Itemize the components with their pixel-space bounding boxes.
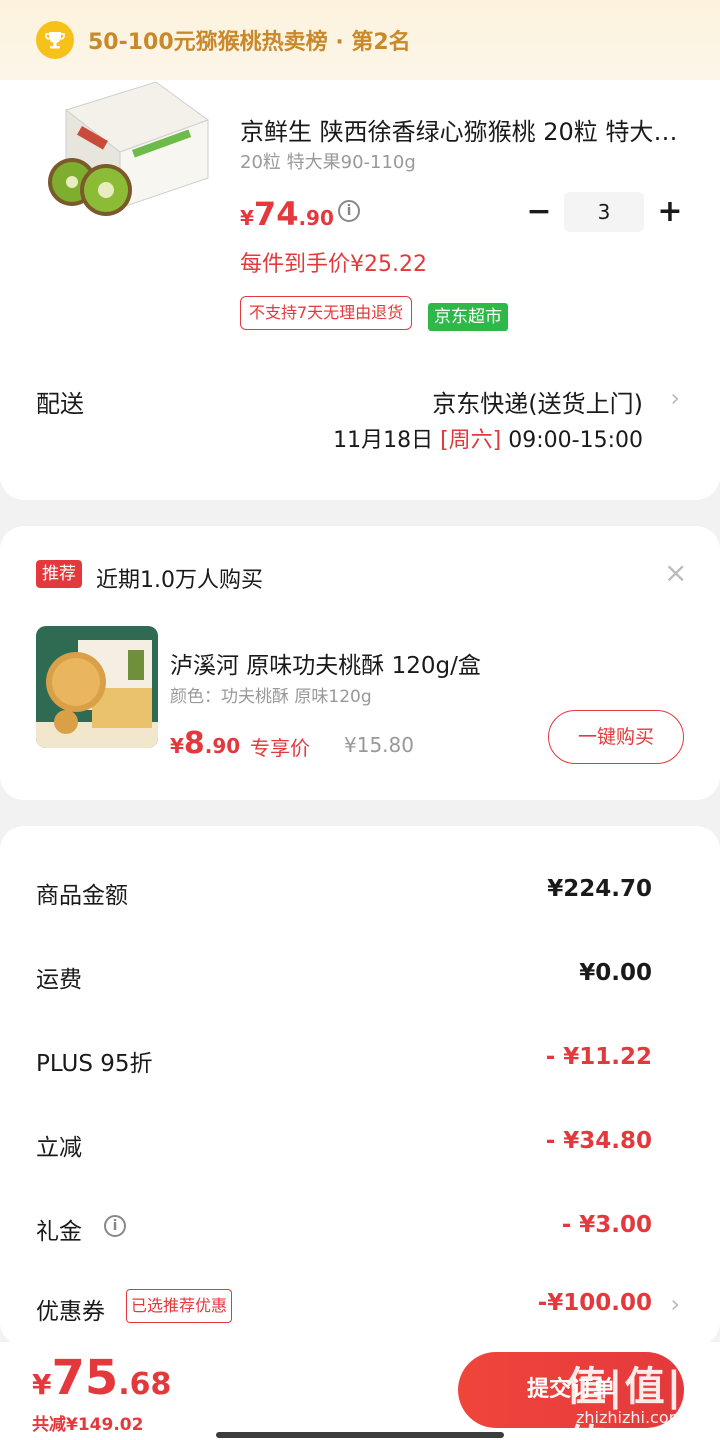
product-title[interactable]: 京鲜生 陕西徐香绿心猕猴桃 20粒 特大果90-110g	[240, 112, 684, 147]
no-return-tag: 不支持7天无理由退货	[240, 296, 413, 330]
recommend-title: 近期1.0万人购买	[96, 568, 263, 593]
shipping-label: 配送	[36, 390, 84, 418]
shipping-date: 11月18日	[333, 428, 441, 453]
shipping-fee-label: 运费	[36, 967, 82, 993]
recommend-product-name[interactable]: 泸溪河 原味功夫桃酥 120g/盒	[170, 646, 481, 680]
one-click-buy-button[interactable]: 一键购买	[548, 710, 684, 764]
recommend-price-currency: ¥	[170, 734, 184, 758]
subtotal-label: 商品金额	[36, 883, 128, 909]
shipping-fee-value: ¥0.00	[579, 960, 652, 986]
price-integer: 74	[253, 195, 299, 233]
gift-info-icon[interactable]: i	[104, 1215, 126, 1237]
shipping-weekday: [周六]	[440, 428, 502, 453]
gift-money-value: - ¥3.00	[561, 1212, 652, 1238]
unit-price: 每件到手价¥25.22	[240, 252, 427, 277]
shipping-time[interactable]: 11月18日 [周六] 09:00-15:00	[333, 422, 643, 454]
plus-discount-label: PLUS 95折	[36, 1051, 153, 1077]
subtotal-value: ¥224.70	[547, 876, 652, 902]
price-currency: ¥	[240, 206, 254, 230]
jd-supermarket-tag: 京东超市	[428, 303, 508, 331]
total-currency: ¥	[32, 1368, 52, 1401]
decrease-quantity-button[interactable]: −	[526, 196, 552, 228]
plus-discount-value: - ¥11.22	[545, 1044, 652, 1070]
chevron-right-icon[interactable]: ›	[670, 1290, 680, 1318]
original-price: ¥15.80	[344, 733, 414, 757]
price-info-icon[interactable]: i	[338, 200, 360, 222]
instant-discount-value: - ¥34.80	[545, 1128, 652, 1154]
close-icon[interactable]: ×	[664, 556, 687, 589]
recommend-price-integer: 8	[183, 726, 205, 761]
home-indicator[interactable]	[216, 1432, 504, 1438]
total-price: ¥75.68	[32, 1350, 171, 1406]
increase-quantity-button[interactable]: +	[656, 196, 684, 228]
recommend-product-spec: 颜色：功夫桃酥 原味120g	[170, 687, 372, 707]
instant-discount-label: 立减	[36, 1135, 82, 1161]
shipping-window: 09:00-15:00	[501, 428, 643, 453]
total-decimal: .68	[118, 1367, 172, 1402]
chevron-right-icon[interactable]: ›	[670, 384, 680, 412]
watermark-site: zhizhizhi.com	[576, 1408, 685, 1427]
watermark-logo: 值|值|值	[566, 1364, 684, 1440]
total-saved: 共减¥149.02	[32, 1415, 144, 1435]
quantity-input[interactable]: 3	[564, 192, 644, 232]
gift-money-label: 礼金	[36, 1219, 82, 1245]
exclusive-price-label: 专享价	[250, 736, 310, 760]
recommend-price: ¥8.90	[170, 726, 240, 761]
recommend-product-image[interactable]	[36, 626, 158, 748]
recommend-price-decimal: .90	[204, 734, 241, 758]
product-price: ¥74.90	[240, 195, 334, 233]
product-image[interactable]	[36, 40, 212, 216]
coupon-selected-tag: 已选推荐优惠	[126, 1289, 233, 1323]
coupon-label: 优惠券	[36, 1299, 105, 1325]
price-decimal: .90	[298, 206, 334, 230]
total-integer: 75	[51, 1350, 119, 1406]
coupon-value[interactable]: -¥100.00	[538, 1290, 652, 1316]
recommend-badge: 推荐	[36, 560, 82, 588]
product-spec: 20粒 特大果90-110g	[240, 152, 416, 173]
shipping-method[interactable]: 京东快递(送货上门)	[432, 384, 643, 419]
